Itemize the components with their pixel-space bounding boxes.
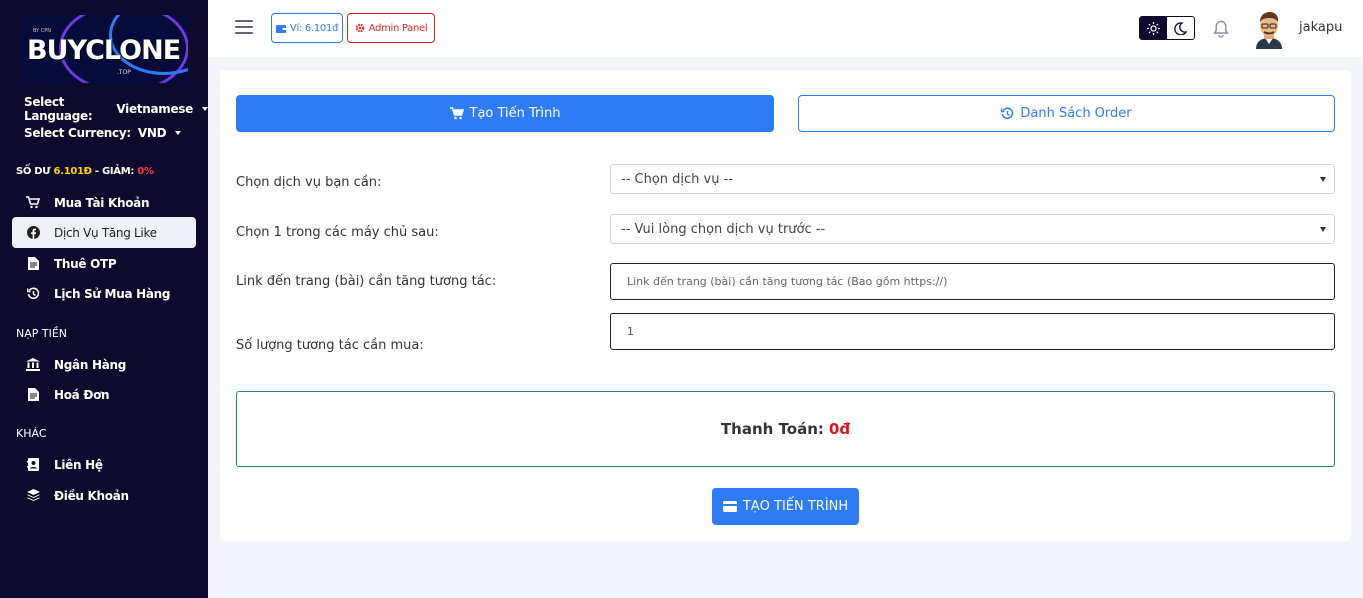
section-khac: KHÁC [16, 427, 47, 440]
logo-brand: BUYCLONE [27, 35, 181, 66]
invoice-icon [24, 388, 42, 402]
payment-amount: 0đ [828, 420, 851, 438]
payment-summary: Thanh Toán: 0đ [236, 391, 1335, 467]
discount-value: 0% [137, 166, 154, 177]
sidebar-item-label: Lịch Sử Mua Hàng [54, 286, 171, 301]
sidebar-item-mua-tai-khoan[interactable]: Mua Tài Khoản [12, 187, 196, 218]
sidebar-item-hoa-don[interactable]: Hoá Đơn [12, 379, 196, 410]
sidebar-item-label: Ngân Hàng [54, 357, 127, 372]
language-label: Select Language: [24, 95, 93, 123]
section-nap-tien: NẠP TIỀN [16, 327, 68, 340]
sidebar-item-dich-vu-tang-like[interactable]: Dịch Vụ Tăng Like [12, 217, 196, 248]
cart-icon [24, 196, 42, 210]
server-label: Chọn 1 trong các máy chủ sau: [236, 225, 439, 240]
tab-orders-label: Danh Sách Order [1020, 106, 1132, 121]
payment-label: Thanh Toán: [720, 420, 824, 438]
history-icon [1001, 107, 1014, 120]
sidebar: BY CPN BUYCLONE .TOP Select Language: Vi… [0, 0, 208, 598]
chevron-down-icon [1320, 227, 1326, 232]
submit-create-button[interactable]: TẠO TIẾN TRÌNH [712, 488, 859, 525]
order-card: Tạo Tiến Trình Danh Sách Order Chọn dịch… [220, 70, 1351, 541]
history-icon [24, 287, 42, 301]
quantity-label: Số lượng tương tác cần mua: [236, 338, 424, 353]
credit-card-icon [722, 501, 737, 512]
document-icon [24, 257, 42, 271]
contact-icon [24, 458, 42, 472]
chevron-down-icon [202, 107, 208, 111]
wallet-icon [275, 24, 286, 33]
logo[interactable]: BY CPN BUYCLONE .TOP [19, 15, 188, 83]
sidebar-item-dieu-khoan[interactable]: Điều Khoản [12, 480, 196, 511]
wallet-button[interactable]: Ví: 6.101đ [271, 13, 343, 43]
balance-value: 6.101Đ [53, 166, 93, 177]
menu-icon[interactable] [235, 20, 253, 34]
language-value: Vietnamese [116, 102, 193, 116]
moon-icon[interactable] [1167, 17, 1194, 39]
sidebar-item-thue-otp[interactable]: Thuê OTP [12, 248, 196, 279]
layers-icon [24, 489, 42, 503]
link-input[interactable] [610, 263, 1335, 300]
currency-value: VND [137, 126, 167, 140]
service-select[interactable]: -- Chọn dịch vụ -- [610, 164, 1335, 194]
bank-icon [24, 358, 42, 372]
theme-toggle[interactable] [1139, 16, 1195, 40]
gear-icon [355, 23, 364, 33]
facebook-icon [24, 226, 42, 240]
tab-create-process[interactable]: Tạo Tiến Trình [236, 95, 774, 132]
top-bar: Ví: 6.101đ Admin Panel jakapu [208, 0, 1363, 57]
sidebar-item-label: Dịch Vụ Tăng Like [54, 225, 157, 240]
sidebar-item-ngan-hang[interactable]: Ngân Hàng [12, 349, 196, 380]
server-select[interactable]: -- Vui lòng chọn dịch vụ trước -- [610, 214, 1335, 244]
sidebar-item-label: Liên Hệ [54, 457, 103, 472]
currency-label: Select Currency: [24, 126, 131, 140]
sidebar-item-lien-he[interactable]: Liên Hệ [12, 449, 196, 480]
link-label: Link đến trang (bài) cần tăng tương tác: [236, 274, 497, 289]
sidebar-item-label: Mua Tài Khoản [54, 195, 150, 210]
quantity-input[interactable] [610, 313, 1335, 350]
chevron-down-icon [175, 131, 182, 135]
service-select-value: -- Chọn dịch vụ -- [621, 171, 733, 187]
logo-by: BY CPN [33, 28, 52, 34]
sidebar-item-label: Thuê OTP [54, 256, 117, 271]
bell-icon[interactable] [1213, 20, 1229, 38]
avatar[interactable] [1252, 11, 1286, 49]
sidebar-item-label: Điều Khoản [54, 488, 129, 503]
balance-info: SỐ DƯ 6.101Đ - GIẢM: 0% [16, 166, 154, 177]
wallet-label: Ví: 6.101đ [289, 22, 339, 34]
logo-suffix: .TOP [117, 69, 131, 76]
discount-label: - GIẢM: [91, 166, 135, 177]
tab-create-label: Tạo Tiến Trình [469, 106, 561, 121]
cart-icon [449, 107, 464, 120]
service-label: Chọn dịch vụ bạn cần: [236, 175, 382, 190]
sidebar-item-label: Hoá Đơn [54, 387, 110, 402]
sidebar-item-lich-su-mua-hang[interactable]: Lịch Sử Mua Hàng [12, 278, 196, 309]
balance-label: SỐ DƯ [16, 166, 51, 177]
username[interactable]: jakapu [1299, 20, 1342, 35]
language-selector[interactable]: Select Language: Vietnamese [24, 95, 208, 123]
currency-selector[interactable]: Select Currency: VND [24, 126, 182, 140]
admin-panel-label: Admin Panel [368, 22, 428, 34]
chevron-down-icon [1320, 177, 1326, 182]
server-select-value: -- Vui lòng chọn dịch vụ trước -- [621, 221, 826, 237]
submit-label: TẠO TIẾN TRÌNH [742, 499, 849, 514]
sun-icon[interactable] [1140, 17, 1167, 39]
tab-order-list[interactable]: Danh Sách Order [798, 95, 1335, 132]
admin-panel-button[interactable]: Admin Panel [347, 13, 435, 43]
